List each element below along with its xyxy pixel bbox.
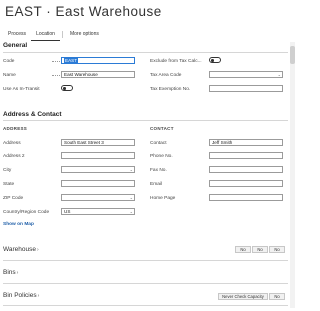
contact-group-title: CONTACT: [150, 126, 174, 131]
state-field[interactable]: [61, 180, 135, 187]
state-label: State: [3, 182, 15, 187]
toggle-knob: [63, 87, 66, 90]
code-dots: [52, 58, 60, 62]
exclude-tax-toggle[interactable]: [209, 57, 221, 63]
bin-policies-pill-capacity: Never Check Capacity: [218, 293, 268, 300]
use-as-in-transit-label: Use As In-Transit: [3, 87, 40, 92]
name-field[interactable]: East Warehouse: [61, 71, 135, 78]
address-contact-section-title[interactable]: Address & Contact: [3, 111, 62, 118]
name-label: Name: [3, 73, 16, 78]
home-page-field[interactable]: [209, 194, 283, 201]
bins-section-title[interactable]: Bins›: [3, 269, 18, 276]
bin-policies-section-title[interactable]: Bin Policies›: [3, 292, 39, 299]
address-2-field[interactable]: [61, 152, 135, 159]
name-dots: [52, 72, 60, 76]
scroll-thumb[interactable]: [290, 46, 295, 64]
address-contact-divider: [3, 120, 288, 121]
general-section-title[interactable]: General: [3, 42, 27, 49]
warehouse-pill-3: No: [269, 246, 285, 253]
action-process[interactable]: Process: [3, 28, 31, 40]
warehouse-divider: [3, 260, 288, 261]
bin-policies-title-text: Bin Policies: [3, 292, 37, 299]
page-title: EAST · East Warehouse: [5, 4, 162, 19]
fax-field[interactable]: [209, 166, 283, 173]
warehouse-section-title[interactable]: Warehouse›: [3, 246, 39, 253]
warehouse-pill-2: No: [252, 246, 268, 253]
code-label: Code: [3, 59, 15, 64]
chevron-down-icon: ⌄: [277, 72, 281, 77]
contact-field[interactable]: Jeff Smith: [209, 139, 283, 146]
address-group-title: ADDRESS: [3, 126, 28, 131]
action-location[interactable]: Location: [31, 28, 60, 41]
chevron-down-icon: ⌄: [129, 167, 133, 172]
email-label: Email: [150, 182, 162, 187]
zip-code-label: ZIP Code: [3, 196, 24, 201]
chevron-right-icon: ›: [16, 270, 19, 276]
chevron-right-icon: ›: [37, 293, 40, 299]
warehouse-pill-1: No: [235, 246, 251, 253]
country-region-select[interactable]: US ⌄: [61, 208, 135, 215]
exclude-tax-label: Exclude from Tax Calc...: [150, 59, 202, 64]
address-field[interactable]: South East Street 3: [61, 139, 135, 146]
vertical-scrollbar[interactable]: [290, 42, 295, 308]
country-region-label: Country/Region Code: [3, 210, 50, 215]
code-field[interactable]: EAST: [61, 57, 135, 64]
email-field[interactable]: [209, 180, 283, 187]
address-2-label: Address 2: [3, 154, 25, 159]
general-divider: [3, 52, 288, 53]
chevron-down-icon: ⌄: [129, 209, 133, 214]
bin-policies-divider: [3, 305, 288, 306]
city-label: City: [3, 168, 12, 173]
code-value: EAST: [64, 58, 78, 63]
home-page-label: Home Page: [150, 196, 176, 201]
tax-area-code-select[interactable]: ⌄: [209, 71, 283, 78]
bins-title-text: Bins: [3, 269, 16, 276]
chevron-down-icon: ⌄: [129, 195, 133, 200]
bin-policies-pill-no: No: [269, 293, 285, 300]
use-as-in-transit-toggle[interactable]: [61, 85, 73, 91]
zip-code-field[interactable]: ⌄: [61, 194, 135, 201]
tax-exemption-field[interactable]: [209, 85, 283, 92]
warehouse-title-text: Warehouse: [3, 246, 36, 253]
action-bar: Process Location More options: [0, 28, 300, 41]
phone-field[interactable]: [209, 152, 283, 159]
address-label: Address: [3, 141, 21, 146]
chevron-right-icon: ›: [37, 247, 39, 253]
bins-divider: [3, 283, 288, 284]
city-field[interactable]: ⌄: [61, 166, 135, 173]
toggle-knob: [211, 59, 214, 62]
action-separator: [61, 30, 63, 38]
action-more-options[interactable]: More options: [65, 28, 104, 40]
show-on-map-link[interactable]: Show on Map: [3, 222, 34, 227]
fax-label: Fax No.: [150, 168, 167, 173]
country-region-value: US: [64, 209, 71, 214]
tax-exemption-label: Tax Exemption No.: [150, 87, 191, 92]
contact-label: Contact: [150, 141, 167, 146]
phone-label: Phone No.: [150, 154, 173, 159]
tax-area-code-label: Tax Area Code: [150, 73, 182, 78]
